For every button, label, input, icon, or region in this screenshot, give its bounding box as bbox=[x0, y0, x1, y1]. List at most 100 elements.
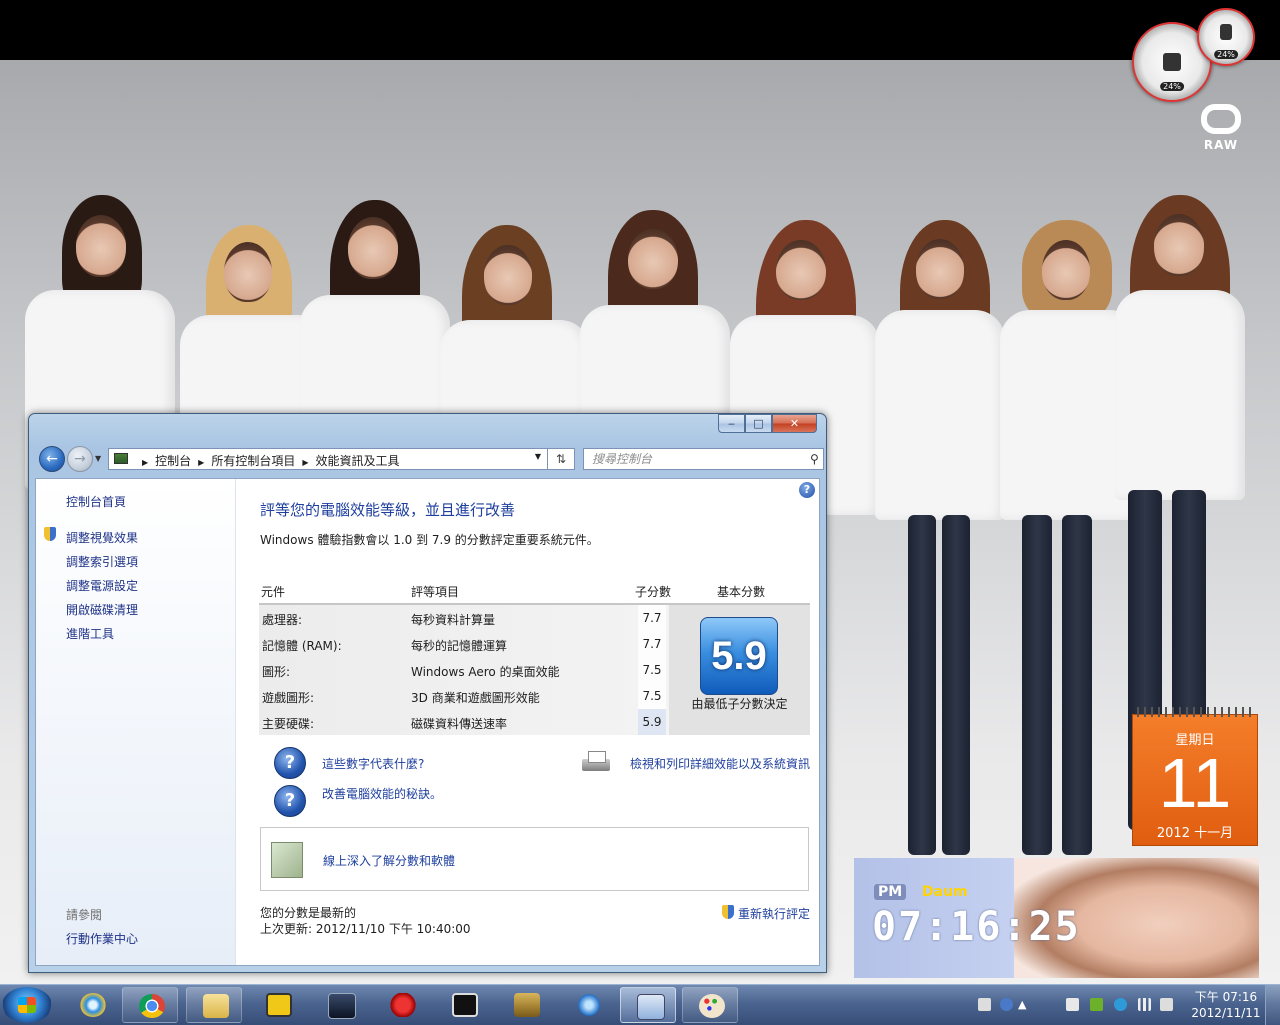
show-desktop-button[interactable] bbox=[1265, 985, 1280, 1025]
taskbar-app-yellow[interactable] bbox=[250, 987, 306, 1023]
breadcrumb-control-panel[interactable]: 控制台 bbox=[155, 454, 191, 468]
game-2-icon bbox=[390, 993, 416, 1017]
row-item: 每秒資料計算量 bbox=[411, 613, 496, 627]
back-button[interactable]: ← bbox=[39, 446, 65, 472]
chevron-icon[interactable]: ▲ bbox=[1018, 998, 1031, 1011]
close-button[interactable]: ✕ bbox=[772, 414, 817, 433]
refresh-icon: ⇅ bbox=[555, 452, 567, 466]
maximize-button[interactable]: □ bbox=[745, 414, 772, 433]
kmplayer-icon bbox=[328, 993, 356, 1019]
row-score: 5.9 bbox=[638, 709, 666, 735]
row-score: 7.7 bbox=[638, 631, 666, 657]
window-titlebar[interactable]: ‒ □ ✕ bbox=[29, 414, 826, 442]
volume-icon[interactable] bbox=[1160, 998, 1173, 1011]
breadcrumb-separator-icon[interactable]: ▶ bbox=[198, 458, 204, 467]
address-dropdown-icon[interactable]: ▼ bbox=[535, 452, 541, 461]
nvidia-icon[interactable] bbox=[1090, 998, 1103, 1011]
forward-button[interactable]: → bbox=[67, 446, 93, 472]
cpu-usage-label: 24% bbox=[1160, 82, 1184, 91]
breadcrumb-performance[interactable]: 效能資訊及工具 bbox=[316, 454, 400, 468]
history-dropdown-icon[interactable]: ▼ bbox=[95, 454, 101, 463]
row-component: 處理器: bbox=[262, 613, 303, 627]
row-item: 每秒的記憶體運算 bbox=[411, 639, 508, 653]
system-tray: ▲ bbox=[972, 985, 1222, 1025]
online-learn-link[interactable]: 線上深入了解分數和軟體 bbox=[323, 852, 455, 869]
header-rated-item: 評等項目 bbox=[411, 585, 460, 599]
taskbar-chrome[interactable] bbox=[122, 987, 178, 1023]
search-icon[interactable]: ⚲ bbox=[810, 452, 819, 466]
breadcrumb-all-items[interactable]: 所有控制台項目 bbox=[211, 454, 295, 468]
base-score-badge: 5.9 bbox=[700, 617, 778, 695]
forward-arrow-icon: → bbox=[74, 451, 86, 467]
lol-icon bbox=[514, 993, 540, 1017]
calendar-year-month: 2012 十一月 bbox=[1156, 826, 1234, 841]
print-details-link[interactable]: 檢視和列印詳細效能以及系統資訊 bbox=[630, 755, 810, 772]
brand-label: RAW bbox=[1203, 138, 1239, 152]
score-table: 元件 評等項目 子分數 基本分數 處理器: 每秒資料計算量 7.7 記憶體 (R… bbox=[259, 575, 810, 735]
taskbar-game-2[interactable] bbox=[374, 987, 430, 1023]
control-panel-home-link[interactable]: 控制台首頁 bbox=[66, 493, 126, 510]
help-question-icon: ? bbox=[274, 785, 306, 817]
search-input[interactable]: 搜尋控制台 bbox=[583, 448, 824, 470]
flag-icon[interactable] bbox=[1066, 998, 1079, 1011]
row-score: 7.7 bbox=[638, 605, 666, 631]
calendar-gadget[interactable]: 星期日 11 2012 十一月 bbox=[1132, 707, 1258, 846]
breadcrumb-separator-icon[interactable]: ▶ bbox=[142, 458, 148, 467]
cpu-chip-icon bbox=[1163, 53, 1181, 71]
taskbar-media-player[interactable] bbox=[436, 987, 492, 1023]
help-question-icon: ? bbox=[274, 747, 306, 779]
row-component: 圖形: bbox=[262, 665, 291, 679]
network-icon[interactable] bbox=[1138, 998, 1151, 1011]
improve-tips-link[interactable]: 改善電腦效能的秘訣。 bbox=[322, 785, 442, 802]
ram-chip-icon bbox=[1220, 23, 1232, 40]
sidebar-item-power[interactable]: 調整電源設定 bbox=[66, 577, 138, 594]
action-center-link[interactable]: 行動作業中心 bbox=[66, 930, 138, 947]
sidebar-item-disk-cleanup[interactable]: 開啟磁碟清理 bbox=[66, 601, 138, 618]
last-update-text: 上次更新: 2012/11/10 下午 10:40:00 bbox=[260, 922, 471, 936]
folder-icon bbox=[203, 994, 229, 1018]
row-item: 3D 商業和遊戲圖形效能 bbox=[411, 691, 540, 705]
sidebar-item-visual-effects[interactable]: 調整視覺效果 bbox=[66, 529, 138, 546]
sidebar-item-indexing[interactable]: 調整索引選項 bbox=[66, 553, 138, 570]
row-component: 遊戲圖形: bbox=[262, 691, 315, 705]
online-info-box: 線上深入了解分數和軟體 bbox=[260, 827, 809, 891]
taskbar-explorer[interactable] bbox=[186, 987, 242, 1023]
desktop: 24% 24% RAW 星期日 11 2012 十一月 PM Daum 07:1… bbox=[0, 0, 1280, 984]
minimize-button[interactable]: ‒ bbox=[718, 414, 745, 433]
taskbar: ▲ 下午 07:16 2012/11/11 bbox=[0, 984, 1280, 1025]
clock-ampm: PM bbox=[874, 884, 907, 900]
start-button[interactable] bbox=[2, 987, 52, 1023]
help-tray-icon[interactable] bbox=[1000, 998, 1013, 1011]
media-player-icon bbox=[452, 993, 478, 1017]
taskbar-paint[interactable] bbox=[682, 987, 738, 1023]
clock-gadget[interactable]: PM Daum 07:16:25 bbox=[854, 858, 1259, 978]
ram-meter-gadget[interactable]: 24% bbox=[1197, 8, 1255, 66]
app-arrow-icon bbox=[576, 993, 602, 1017]
score-current-text: 您的分數是最新的 bbox=[260, 906, 357, 920]
help-icon[interactable]: ? bbox=[799, 482, 815, 498]
rerun-assessment-link[interactable]: 重新執行評定 bbox=[738, 905, 810, 922]
address-bar[interactable]: ▶ 控制台 ▶ 所有控制台項目 ▶ 效能資訊及工具 ▼ bbox=[108, 448, 548, 470]
taskbar-ie[interactable] bbox=[64, 987, 120, 1023]
refresh-button[interactable]: ⇅ bbox=[547, 448, 575, 470]
software-box-icon bbox=[271, 842, 303, 878]
app-yellow-icon bbox=[266, 993, 292, 1017]
clock-time: 07:16:25 bbox=[872, 904, 1081, 950]
taskbar-app-arrow[interactable] bbox=[560, 987, 616, 1023]
taskbar-lol[interactable] bbox=[498, 987, 554, 1023]
breadcrumb-separator-icon[interactable]: ▶ bbox=[302, 458, 308, 467]
score-status: 您的分數是最新的 上次更新: 2012/11/10 下午 10:40:00 bbox=[260, 905, 471, 937]
taskbar-date: 2012/11/11 bbox=[1191, 1006, 1261, 1020]
taskbar-clock[interactable]: 下午 07:16 2012/11/11 bbox=[1186, 989, 1266, 1021]
keyboard-icon[interactable] bbox=[978, 998, 991, 1011]
row-score: 7.5 bbox=[638, 657, 666, 683]
taskbar-performance-info[interactable] bbox=[620, 987, 676, 1023]
row-item: Windows Aero 的桌面效能 bbox=[411, 665, 560, 679]
base-score-panel: 5.9 由最低子分數決定 bbox=[669, 605, 810, 735]
what-numbers-link[interactable]: 這些數字代表什麼? bbox=[322, 755, 424, 772]
taskbar-kmplayer[interactable] bbox=[312, 987, 368, 1023]
sidebar-item-advanced-tools[interactable]: 進階工具 bbox=[66, 625, 114, 642]
ram-usage-label: 24% bbox=[1214, 50, 1238, 59]
header-component: 元件 bbox=[261, 585, 286, 599]
security-icon[interactable] bbox=[1114, 998, 1127, 1011]
